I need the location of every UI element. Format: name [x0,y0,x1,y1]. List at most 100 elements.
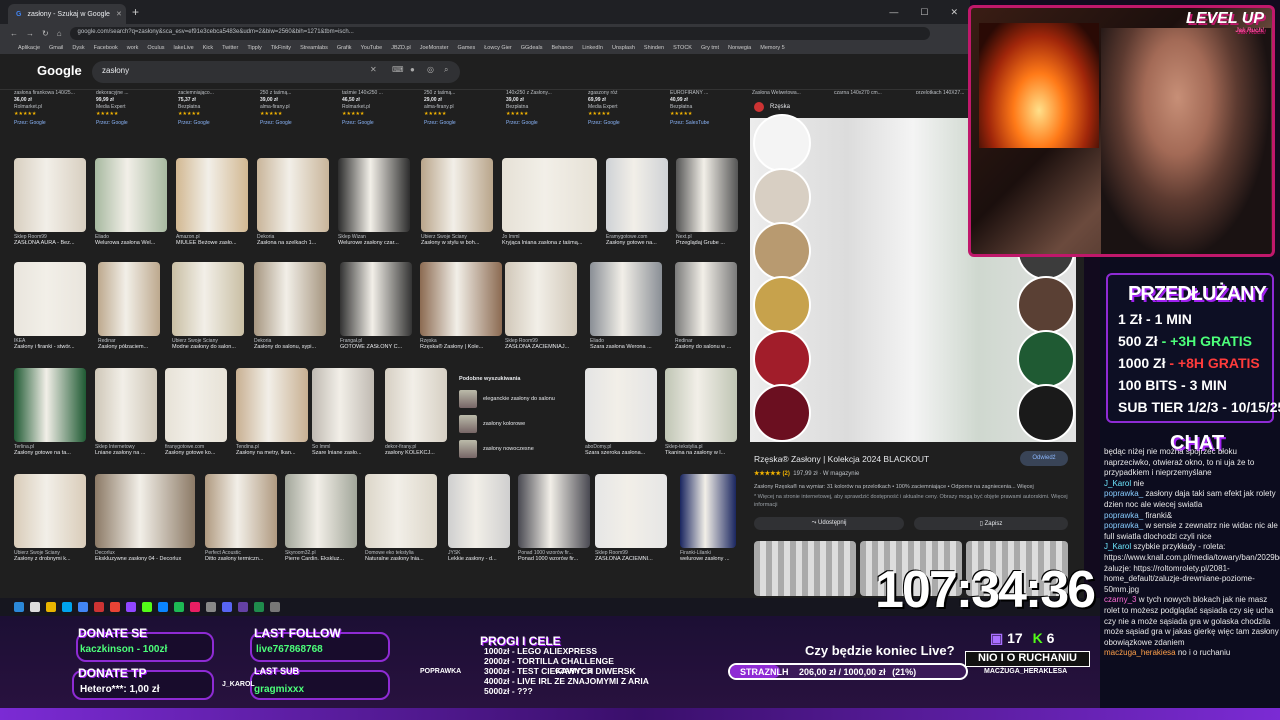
image-result[interactable]: Sklep Room99 ZASŁONA ZACIEMNI... [595,474,667,562]
bookmark-item[interactable]: JBZD.pl [391,45,411,51]
keyboard-icon[interactable]: ⌨ [392,65,404,74]
bookmark-item[interactable]: Oculus [147,45,164,51]
taskbar-app-icon[interactable] [30,602,40,612]
bookmark-item[interactable]: LinkedIn [582,45,603,51]
taskbar-app-icon[interactable] [94,602,104,612]
share-button[interactable]: ⤳ Udostępnij [754,517,904,530]
image-result[interactable]: Ubierz Swoje Ściany Zasłony w stylu w boh… [421,158,493,246]
related-thumbnail[interactable] [754,541,856,596]
bookmark-item[interactable]: Grafik [337,45,352,51]
taskbar-app-icon[interactable] [270,602,280,612]
bookmark-item[interactable]: work [127,45,139,51]
image-result[interactable]: Sklep Wizan Welurowe zasłony czar... [338,158,410,246]
shopping-card[interactable]: EUROFIRANY ... 40,99 zł Bezpłatna ★★★★★ Prze… [670,90,747,150]
taskbar-app-icon[interactable] [158,602,168,612]
forward-icon[interactable]: → [26,29,34,38]
visit-button[interactable]: Odwiedź [1020,451,1068,466]
search-input[interactable]: zasłony ✕ ⌨ ● ◎ ⌕ [92,61,460,83]
back-icon[interactable]: ← [10,29,18,38]
shopping-card[interactable]: dekoracyjne ... 99,99 zł Media Expert ★★★★★… [96,90,173,150]
bookmark-item[interactable]: Dysk [72,45,84,51]
taskbar-app-icon[interactable] [206,602,216,612]
image-result[interactable]: Skyroom32.pl Pierre Cardin. Ekskluz... [285,474,357,562]
bookmark-item[interactable]: lakeLive [174,45,194,51]
shopping-card[interactable]: zaciemniająco... 75,37 zł Bezpłatna ★★★★★ Pr… [178,90,255,150]
shopping-card[interactable]: taśmie 140x250 ... 46,50 zł Rolmarket.pl ★★… [342,90,419,150]
image-result[interactable]: Ubierz Swoje Ściany Zasłony z drobnymi k.… [14,474,86,562]
lens-icon[interactable]: ◎ [427,65,434,74]
shopping-card[interactable]: 250 z taśmą... 39,00 zł alma-firany.pl ★★★★… [260,90,337,150]
minimize-icon[interactable]: — [889,7,898,18]
bookmark-item[interactable]: Tipply [247,45,261,51]
image-result[interactable]: Amazon.pl MIULEE Beżowe zasło... [176,158,248,246]
microphone-icon[interactable]: ● [410,65,415,74]
taskbar-app-icon[interactable] [174,602,184,612]
taskbar-app-icon[interactable] [142,602,152,612]
image-result[interactable]: Firanki-Lilanki welurowe zasłony ... [680,474,736,562]
taskbar-app-icon[interactable] [46,602,56,612]
bookmark-item[interactable]: Memory 5 [760,45,784,51]
image-result[interactable]: Sklep-tekstylia.pl Tkanina na zasłony w l… [665,368,737,456]
bookmark-item[interactable]: Shinden [644,45,664,51]
bookmark-item[interactable]: Kick [203,45,213,51]
new-tab-button[interactable]: + [132,5,139,19]
bookmark-item[interactable]: GGdeals [521,45,543,51]
related-item[interactable]: zasłony nowoczesne [455,436,575,461]
close-tab-icon[interactable]: ✕ [116,10,122,18]
shopping-card[interactable]: 250 z taśmą... 29,00 zł alma-firany.pl ★★★★… [424,90,501,150]
bookmark-item[interactable]: Behance [551,45,573,51]
bookmark-item[interactable]: JoeMonster [420,45,449,51]
taskbar-app-icon[interactable] [110,602,120,612]
image-result[interactable]: Eliado Welurowa zasłona Wel... [95,158,167,246]
preview-title[interactable]: Rzęska® Zasłony | Kolekcja 2024 BLACKOUT [754,454,929,464]
taskbar-app-icon[interactable] [238,602,248,612]
bookmark-item[interactable]: TikFinity [271,45,291,51]
image-result[interactable]: aboDomy.pl Szara szeroka zasłona... [585,368,657,456]
bookmark-item[interactable]: Gmail [49,45,63,51]
taskbar-app-icon[interactable] [254,602,264,612]
google-logo[interactable]: Google [37,63,82,78]
bookmark-item[interactable]: Norwegia [728,45,751,51]
bookmark-item[interactable]: Streamlabs [300,45,328,51]
image-result[interactable]: Decorlux Ekskluzywne zasłony 04 - Decorlu… [95,474,195,562]
image-result[interactable]: Domowe eko tekstylia Naturalne zasłony ln… [365,474,437,562]
image-result[interactable]: Tendina.pl Zasłony na metry, lkan... [236,368,308,456]
image-result[interactable]: Next.pl Przeglądaj Grube ... [676,158,738,246]
taskbar-app-icon[interactable] [126,602,136,612]
taskbar-app-icon[interactable] [78,602,88,612]
image-result[interactable]: Perfect Acoustic Ditto zasłony termiczn..… [205,474,277,562]
image-result[interactable]: dekor-firany.pl zasłony KOLEKCJ... [385,368,447,456]
image-result[interactable]: Jo Imml Kryjąca lniana zasłona z taśmą... [502,158,597,246]
home-icon[interactable]: ⌂ [57,29,62,38]
bookmark-item[interactable]: Łowcy Gier [484,45,512,51]
taskbar-app-icon[interactable] [222,602,232,612]
bookmark-item[interactable]: Unsplash [612,45,635,51]
image-result[interactable]: Redinar Zasłony półzaciem... [98,262,160,350]
save-button[interactable]: ▯ Zapisz [914,517,1068,530]
bookmark-item[interactable]: YouTube [361,45,383,51]
shopping-card[interactable]: 140x250 z Zasłony... 39,00 zł Bezpłatna ★★★… [506,90,583,150]
image-result[interactable]: Sklep Room99 ZASŁONA AURA - Bez... [14,158,86,246]
search-icon[interactable]: ⌕ [444,65,448,75]
image-result[interactable]: Sklep Room99 ZASŁONA ZACIEMNIAJ... [505,262,577,350]
close-window-icon[interactable]: ✕ [950,7,958,18]
url-input[interactable]: google.com/search?q=zasłony&sca_esv=ef91… [69,26,930,40]
image-result[interactable]: Redinar Zasłony do salonu w ... [675,262,737,350]
related-item[interactable]: zasłony kolorowe [455,411,575,436]
image-result[interactable]: Ubierz Swoje Ściany Modne zasłony do salo… [172,262,244,350]
image-result[interactable]: Terlina.pl Zasłony gotowe na ta... [14,368,86,456]
image-result[interactable]: Dekoria Zasłona na szelkach 1... [257,158,329,246]
shopping-card[interactable]: zgaszony róż 69,99 zł Media Expert ★★★★★ Prz… [588,90,665,150]
clear-icon[interactable]: ✕ [370,65,377,74]
bookmark-item[interactable]: Twitter [222,45,238,51]
maximize-icon[interactable]: ☐ [920,7,928,18]
image-result[interactable]: JYSK Lekkie zasłony - d... [448,474,510,562]
bookmark-item[interactable]: Facebook [94,45,118,51]
taskbar-app-icon[interactable] [14,602,24,612]
image-result[interactable]: Rzęska Rzęska® Zasłony | Kole... [420,262,502,350]
preview-site[interactable]: Rzęska [754,102,790,112]
browser-tab[interactable]: G zasłony - Szukaj w Google ✕ [8,4,126,24]
bookmark-item[interactable]: Gry tmt [701,45,719,51]
taskbar-app-icon[interactable] [190,602,200,612]
bookmark-item[interactable]: Games [458,45,476,51]
